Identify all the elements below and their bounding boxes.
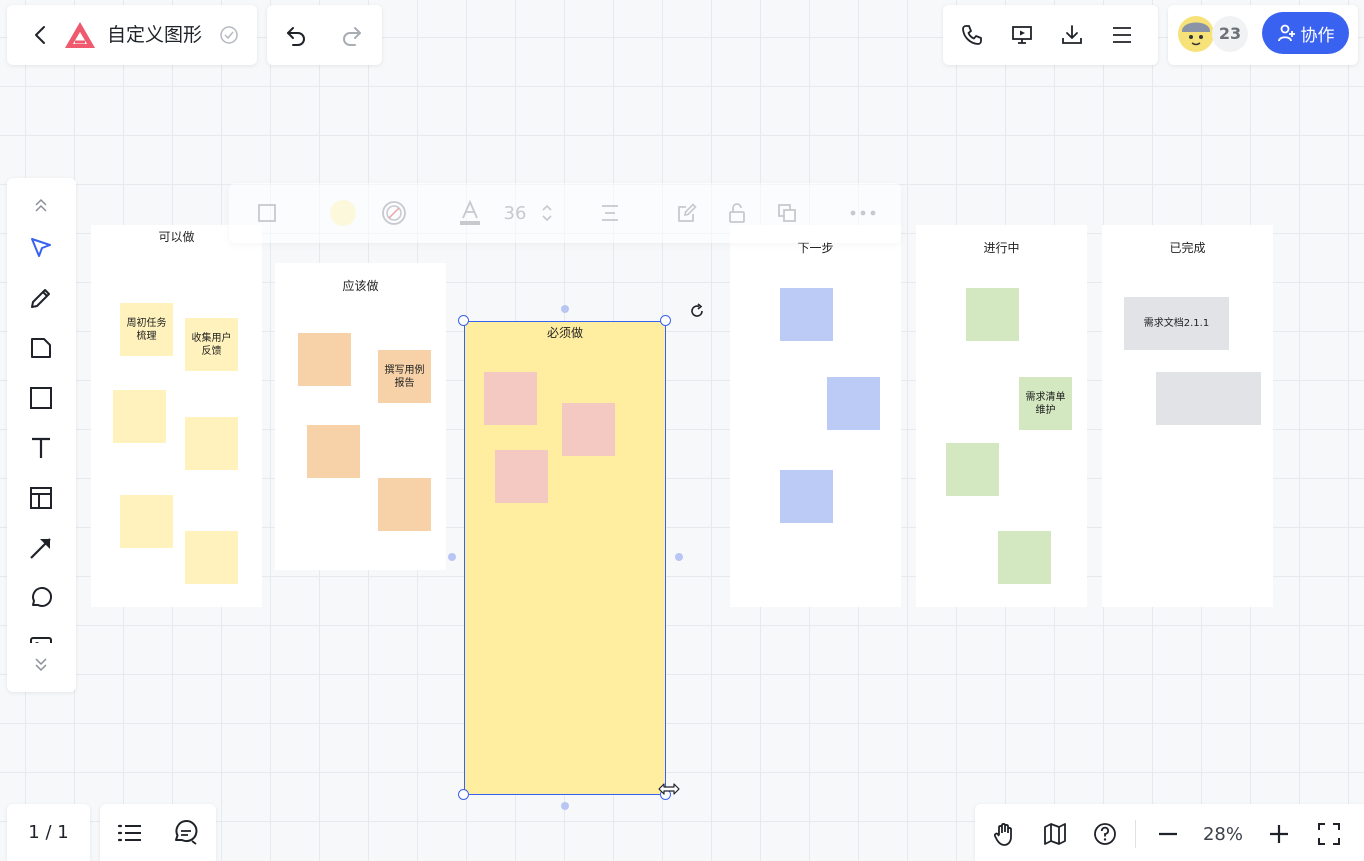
sticky-note[interactable] [1156,372,1261,425]
history-panel [267,5,382,65]
actions-panel [943,5,1158,65]
sticky-note[interactable] [562,403,615,456]
hand-icon[interactable] [992,821,1018,847]
sticky-note[interactable] [827,377,880,430]
menu-icon[interactable] [1110,23,1134,47]
column-title: 必须做 [546,326,583,340]
border-style-icon[interactable] [255,200,279,226]
map-icon[interactable] [1042,821,1068,847]
column-can-do[interactable]: 可以做 周初任务梳理 收集用户反馈 [91,225,262,607]
title-panel: 自定义图形 [7,5,257,65]
add-user-icon [1277,23,1297,43]
view-controls-panel: 28% [975,804,1364,861]
user-avatar[interactable] [1178,16,1214,52]
rectangle-tool-icon[interactable] [28,385,54,411]
image-tool-icon[interactable] [28,635,54,643]
connector-dot-top[interactable] [561,305,569,313]
sticky-note[interactable] [946,443,999,496]
column-should-do[interactable]: 应该做 撰写用例报告 [275,263,446,570]
phone-icon[interactable] [960,23,984,47]
sticky-note[interactable]: 需求清单维护 [1019,377,1072,430]
sticky-note[interactable] [298,333,351,386]
sticky-note[interactable] [495,450,548,503]
comment-tool-icon[interactable] [28,585,54,611]
undo-icon[interactable] [284,23,308,47]
sticky-note[interactable] [484,372,537,425]
comments-icon[interactable] [172,820,200,846]
collaborate-button[interactable]: 协作 [1262,12,1349,54]
fill-color-swatch[interactable] [329,200,357,226]
sticky-note[interactable] [378,478,431,531]
fullscreen-icon[interactable] [1316,821,1342,847]
column-done[interactable]: 已完成 需求文档2.1.1 [1102,225,1273,607]
connector-dot-right[interactable] [675,553,683,561]
app-logo-icon [63,20,97,50]
font-size-stepper-icon[interactable] [538,200,556,226]
avatar-count-badge[interactable]: 23 [1212,16,1248,52]
resize-handle-top-left[interactable] [458,315,469,326]
duplicate-icon[interactable] [775,200,799,226]
sticky-note[interactable]: 撰写用例报告 [378,350,431,403]
left-toolbar [7,178,76,692]
saved-check-icon [219,25,239,45]
redo-icon[interactable] [340,23,364,47]
page-indicator[interactable]: 1 / 1 [7,822,90,843]
presentation-icon[interactable] [1010,23,1034,47]
document-title[interactable]: 自定义图形 [107,23,202,47]
sticky-note[interactable]: 周初任务梳理 [120,303,173,356]
text-align-icon[interactable] [598,200,622,226]
column-next[interactable]: 下一步 [730,225,901,607]
sticky-note[interactable] [185,417,238,470]
scroll-up-icon[interactable] [31,196,51,216]
fill-color-dot [330,200,356,226]
help-icon[interactable] [1092,821,1118,847]
column-in-progress[interactable]: 进行中 需求清单维护 [916,225,1087,607]
sticky-note[interactable] [185,531,238,584]
no-fill-icon[interactable] [380,200,408,226]
template-tool-icon[interactable] [28,485,54,511]
download-icon[interactable] [1060,23,1084,47]
font-size-value[interactable]: 36 [500,200,530,226]
sticky-note[interactable] [120,495,173,548]
collab-panel: 23 协作 [1168,5,1358,65]
column-must-do[interactable]: 必须做 [464,321,666,795]
unlock-icon[interactable] [725,200,749,226]
connector-dot-left[interactable] [448,553,456,561]
resize-handle-top-right[interactable] [660,315,671,326]
more-icon[interactable] [848,200,878,226]
text-tool-icon[interactable] [28,435,54,461]
column-title: 进行中 [983,241,1020,255]
sticky-note-tool-icon[interactable] [28,335,54,361]
text-color-icon[interactable] [457,200,483,226]
divider [1135,820,1136,848]
sticky-note[interactable] [966,288,1019,341]
sticky-note[interactable] [113,390,166,443]
select-tool-icon[interactable] [28,235,54,261]
sticky-note[interactable] [307,425,360,478]
page-panel: 1 / 1 [7,804,90,861]
column-title: 应该做 [342,279,379,293]
column-title: 已完成 [1169,241,1206,255]
rotate-icon[interactable] [688,302,706,320]
resize-cursor-icon [657,781,681,797]
connector-dot-bottom[interactable] [561,802,569,810]
outline-panel [100,804,216,861]
back-icon[interactable] [29,23,53,47]
zoom-level[interactable]: 28% [1195,824,1251,845]
resize-handle-bottom-left[interactable] [458,789,469,800]
arrow-tool-icon[interactable] [28,535,54,561]
sticky-note[interactable] [998,531,1051,584]
zoom-in-icon[interactable] [1266,821,1292,847]
sticky-note[interactable] [780,470,833,523]
scroll-down-icon[interactable] [31,654,51,674]
pen-tool-icon[interactable] [28,285,54,311]
sticky-note[interactable]: 需求文档2.1.1 [1124,297,1229,350]
list-icon[interactable] [116,821,144,845]
edit-icon[interactable] [675,200,699,226]
sticky-note[interactable]: 收集用户反馈 [185,318,238,371]
sticky-note[interactable] [780,288,833,341]
zoom-out-icon[interactable] [1155,821,1181,847]
collaborate-button-label: 协作 [1300,25,1335,46]
